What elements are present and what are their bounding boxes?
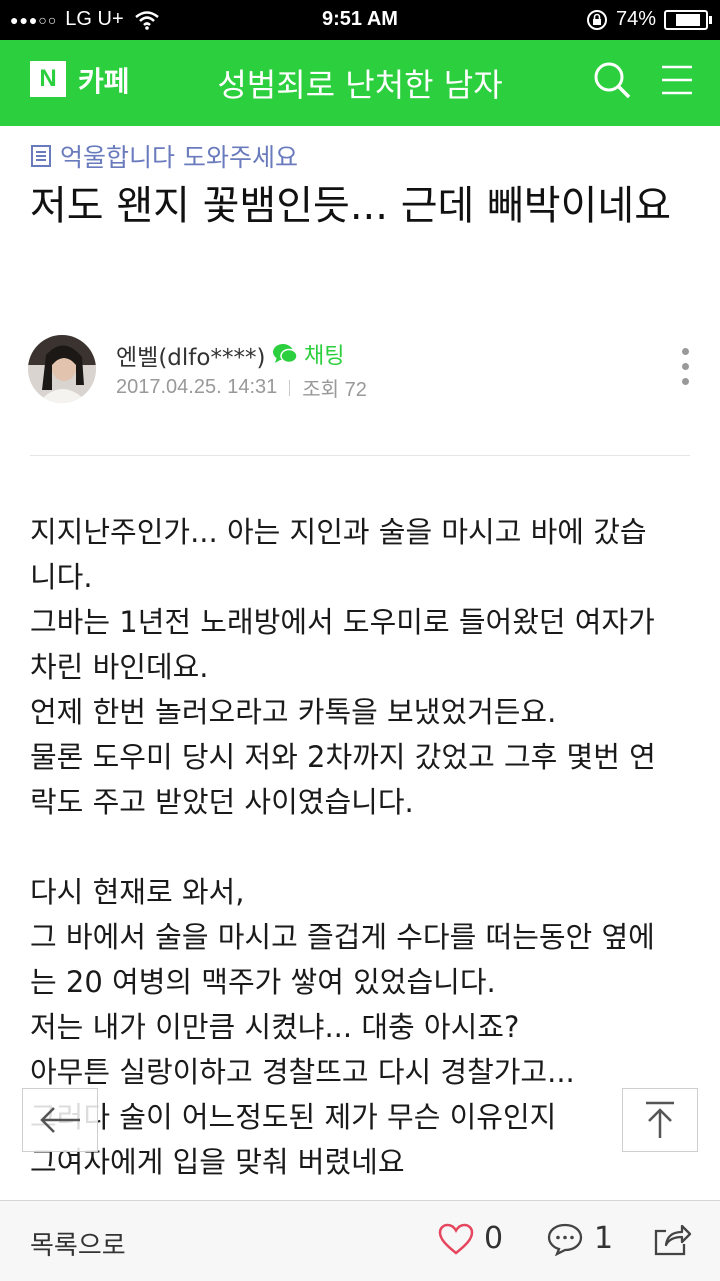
naver-logo[interactable]: N — [30, 61, 66, 97]
post-category[interactable]: 억울합니다 도와주세요 — [30, 138, 298, 174]
cafe-logo-text[interactable]: 카페 — [78, 60, 130, 100]
meta-divider — [289, 379, 291, 396]
body-line: 그러다 술이 어느정도된 제가 무슨 이유인지 — [30, 1100, 557, 1134]
more-icon[interactable] — [676, 348, 696, 393]
body-line: 저는 내가 이만큼 시켰냐... 대충 아시죠? — [30, 1010, 520, 1044]
post-date: 2017.04.25. 14:31 — [116, 376, 278, 398]
body-line: 물론 도우미 당시 저와 2차까지 갔었고 그후 몇번 연 — [30, 740, 656, 774]
author-name[interactable]: 엔벨(dlfo****) — [116, 338, 265, 372]
chat-button[interactable]: 채팅 — [272, 338, 344, 370]
share-icon[interactable] — [652, 1221, 692, 1257]
comment-icon — [547, 1223, 583, 1256]
chat-label: 채팅 — [304, 344, 345, 369]
body-line: 그여자에게 입을 맞춰 버렸네요 — [30, 1145, 405, 1179]
battery-percent: 74% — [615, 8, 656, 30]
scroll-top-icon — [646, 1101, 674, 1138]
comment-button[interactable]: 1 — [546, 1221, 613, 1256]
avatar[interactable] — [28, 335, 96, 403]
like-count: 0 — [484, 1221, 504, 1256]
app-header: N 카페 성범죄로 난처한 남자 — [0, 40, 720, 126]
search-icon[interactable] — [592, 60, 632, 100]
post-body: 지지난주인가... 아는 지인과 술을 마시고 바에 갔습 니다. 그바는 1년… — [30, 510, 695, 1185]
body-line: 는 20 여병의 맥주가 쌓여 있었습니다. — [30, 965, 496, 999]
lock-rotation-icon — [586, 9, 607, 30]
view-count: 조회 72 — [302, 379, 367, 401]
category-icon — [31, 145, 51, 167]
body-line: 그바는 1년전 노래방에서 도우미로 들어왔던 여자가 — [30, 605, 655, 639]
battery-icon — [664, 9, 712, 30]
heart-icon — [438, 1223, 474, 1255]
divider — [30, 455, 690, 456]
body-line: 락도 주고 받았던 사이였습니다. — [30, 785, 414, 819]
bottom-bar: 목록으로 0 1 — [0, 1200, 720, 1281]
like-button[interactable]: 0 — [438, 1221, 503, 1256]
back-button[interactable] — [22, 1088, 98, 1152]
menu-icon[interactable] — [660, 62, 694, 98]
body-line: 그 바에서 술을 마시고 즐겁게 수다를 떠는동안 옆에 — [30, 920, 655, 954]
category-label: 억울합니다 도와주세요 — [60, 143, 298, 172]
body-line: 다시 현재로 와서, — [30, 875, 245, 909]
back-arrow-icon — [40, 1107, 80, 1133]
chat-icon — [273, 344, 298, 364]
scroll-top-button[interactable] — [622, 1088, 698, 1152]
list-button[interactable]: 목록으로 — [30, 1225, 126, 1262]
comment-count: 1 — [594, 1221, 614, 1256]
body-line: 차린 바인데요. — [30, 650, 209, 684]
post-title: 저도 왠지 꽃뱀인듯... 근데 빼박이네요 — [30, 183, 672, 229]
status-bar: ●●●○○ LG U+ 9:51 AM 74% — [0, 0, 720, 40]
body-line: 니다. — [30, 560, 93, 594]
body-line: 지지난주인가... 아는 지인과 술을 마시고 바에 갔습 — [30, 515, 647, 549]
body-line: 아무튼 실랑이하고 경찰뜨고 다시 경찰가고... — [30, 1055, 575, 1089]
body-line: 언제 한번 놀러오라고 카톡을 보냈었거든요. — [30, 695, 557, 729]
cafe-title[interactable]: 성범죄로 난처한 남자 — [160, 60, 560, 106]
post-meta: 2017.04.25. 14:31 조회 72 — [116, 373, 367, 402]
